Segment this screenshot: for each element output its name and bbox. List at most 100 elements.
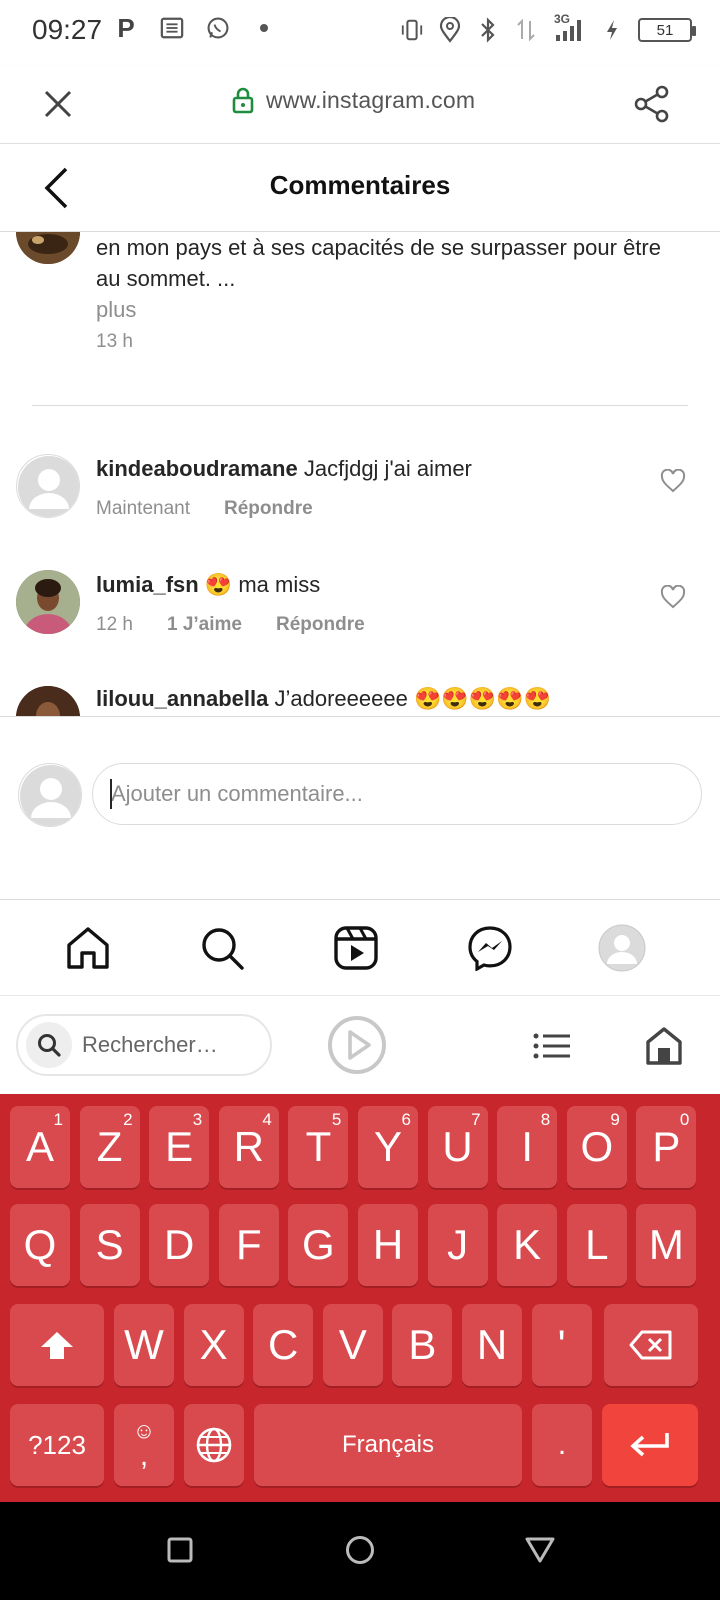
language-key[interactable] [184, 1404, 244, 1486]
comment-meta: 12 h 1 J’aime Répondre [96, 614, 365, 636]
like-comment-button[interactable] [658, 466, 688, 496]
caption-more-link[interactable]: plus [96, 294, 706, 325]
shift-key[interactable] [10, 1304, 104, 1386]
key-y[interactable]: Y6 [358, 1106, 418, 1188]
reply-button[interactable]: Répondre [224, 498, 313, 520]
key-m[interactable]: M [636, 1204, 697, 1286]
caption-text: en mon pays et à ses capacités de se sur… [96, 232, 706, 325]
keyboard-play-button[interactable] [326, 1014, 388, 1076]
keyboard-home-button[interactable] [638, 1020, 690, 1072]
browser-toolbar: www.instagram.com [0, 66, 720, 144]
key-z[interactable]: Z2 [79, 1106, 140, 1188]
vibrate-icon [400, 16, 424, 44]
play-icon [328, 1016, 386, 1074]
key-f[interactable]: F [218, 1204, 279, 1286]
key-h[interactable]: H [358, 1204, 418, 1286]
recents-button[interactable] [160, 1530, 200, 1570]
key-t[interactable]: T5 [288, 1106, 349, 1188]
nav-search-button[interactable] [196, 922, 248, 974]
comment-avatar[interactable] [16, 454, 80, 518]
comment-username[interactable]: lilouu_annabella [96, 686, 268, 711]
comments-header: Commentaires [0, 144, 720, 232]
key-x[interactable]: X [183, 1304, 244, 1386]
key-hint-number: 8 [540, 1110, 551, 1129]
nav-home-button[interactable] [62, 922, 114, 974]
comment-likes-count[interactable]: 1 J’aime [167, 614, 242, 636]
nav-reels-button[interactable] [330, 922, 382, 974]
url-bar[interactable]: www.instagram.com [232, 86, 475, 114]
key-p[interactable]: P0 [636, 1106, 697, 1188]
charging-icon [600, 16, 624, 44]
key-hint-number: 7 [471, 1110, 481, 1129]
comments-list[interactable]: en mon pays et à ses capacités de se sur… [0, 232, 720, 716]
comment-avatar[interactable] [16, 570, 80, 634]
key-j[interactable]: J [427, 1204, 488, 1286]
keyboard-list-button[interactable] [526, 1020, 578, 1072]
key-i[interactable]: I8 [497, 1106, 558, 1188]
page-title: Commentaires [269, 170, 451, 200]
caption-author-avatar[interactable] [16, 232, 80, 264]
key-c[interactable]: C [253, 1304, 314, 1386]
caption-divider [32, 405, 688, 406]
soft-keyboard: A1Z2E3R4T5Y6U7I8O9P0 QSDFGHJKLM W X C V B N ' … [0, 1094, 720, 1502]
key-s[interactable]: S [79, 1204, 140, 1286]
nav-messenger-button[interactable] [464, 922, 516, 974]
caption-line-2: au sommet. ... [96, 266, 236, 291]
key-l[interactable]: L [566, 1204, 627, 1286]
comment-username[interactable]: lumia_fsn [96, 572, 199, 597]
key-w[interactable]: W [114, 1304, 174, 1386]
key-a[interactable]: A1 [10, 1106, 70, 1188]
key-b[interactable]: B [392, 1304, 453, 1386]
reply-button[interactable]: Répondre [276, 614, 365, 636]
comment-input[interactable] [92, 763, 702, 825]
lock-icon [232, 87, 254, 114]
data-transfer-icon [514, 16, 538, 44]
add-comment-bar [0, 716, 720, 900]
key-label: U [442, 1123, 473, 1170]
comment-avatar[interactable] [16, 686, 80, 716]
key-label: O [580, 1123, 614, 1170]
more-notifications-dot-icon [252, 14, 276, 42]
enter-key[interactable] [602, 1404, 698, 1486]
key-r[interactable]: R4 [218, 1106, 279, 1188]
close-tab-button[interactable] [36, 82, 80, 126]
backspace-key[interactable] [604, 1304, 698, 1386]
home-icon [67, 927, 109, 969]
key-apostrophe[interactable]: ' [531, 1304, 592, 1386]
key-hint-number: 5 [331, 1110, 342, 1129]
key-q[interactable]: Q [10, 1204, 70, 1286]
key-k[interactable]: K [497, 1204, 558, 1286]
comment-text: Jacfjdgj j'ai aimer [303, 456, 472, 481]
share-button[interactable] [628, 80, 676, 128]
search-icon [202, 928, 244, 970]
shift-icon [41, 1332, 73, 1359]
key-e[interactable]: E3 [149, 1106, 210, 1188]
key-hint-number: 4 [262, 1110, 272, 1129]
nav-profile-button[interactable] [596, 922, 648, 974]
emoji-comma-key[interactable]: ☺ , [114, 1404, 174, 1486]
space-key[interactable]: Français [254, 1404, 522, 1486]
keyboard-search-field[interactable]: Rechercher… [16, 1014, 272, 1076]
key-o[interactable]: O9 [566, 1106, 627, 1188]
home-nav-button[interactable] [340, 1530, 380, 1570]
key-u[interactable]: U7 [427, 1106, 488, 1188]
key-label: T [305, 1123, 332, 1170]
comma-label: , [139, 1439, 149, 1472]
key-label: E [165, 1123, 194, 1170]
back-nav-button[interactable] [520, 1530, 560, 1570]
key-label: A [25, 1123, 54, 1170]
heart-icon [660, 585, 686, 609]
like-comment-button[interactable] [658, 582, 688, 612]
key-n[interactable]: N [462, 1304, 522, 1386]
heart-icon [660, 469, 686, 493]
key-v[interactable]: V [322, 1304, 383, 1386]
comment-username[interactable]: kindeaboudramane [96, 456, 298, 481]
key-g[interactable]: G [288, 1204, 349, 1286]
key-d[interactable]: D [149, 1204, 210, 1286]
comment-time: 12 h [96, 614, 133, 635]
period-key[interactable]: . [532, 1404, 592, 1486]
symbols-key[interactable]: ?123 [10, 1404, 104, 1486]
text-cursor [110, 779, 112, 809]
search-icon [26, 1022, 72, 1068]
enter-arrow-icon [630, 1433, 669, 1457]
